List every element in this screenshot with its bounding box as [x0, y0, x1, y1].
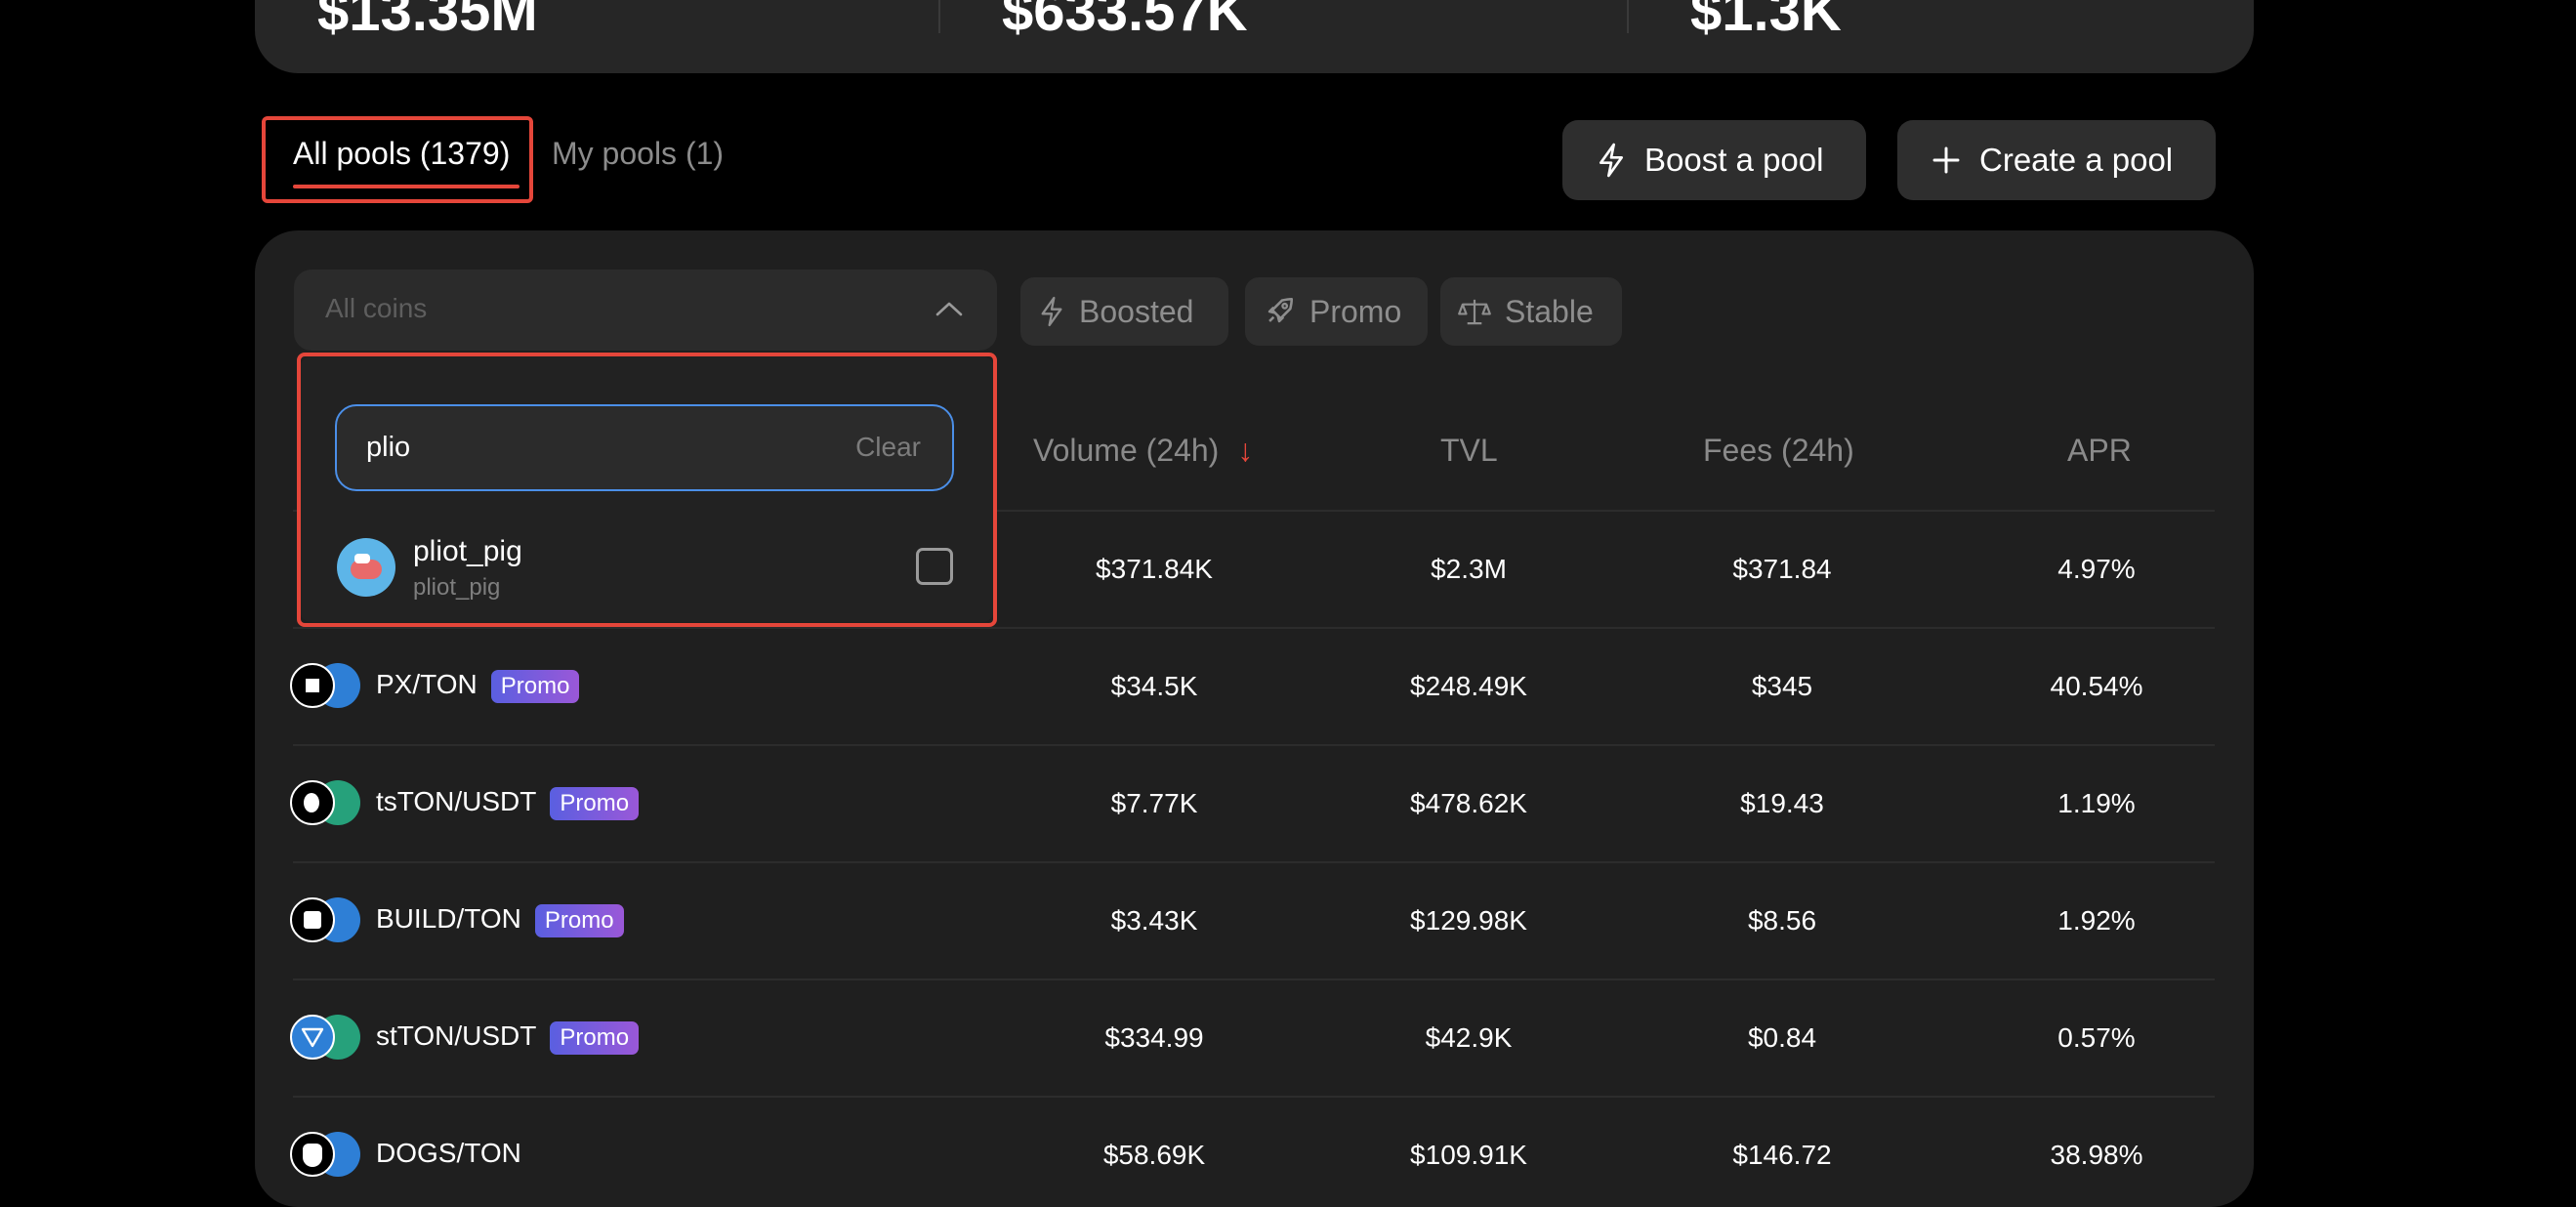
row-apr: 38.98% — [2050, 1140, 2143, 1170]
highlight-box — [262, 116, 533, 203]
dogs-icon — [290, 1132, 335, 1177]
row-volume: $7.77K — [1110, 788, 1198, 818]
boost-pool-label: Boost a pool — [1644, 142, 1824, 178]
stat-fees: $1.3K — [1690, 0, 1842, 43]
tston-icon — [290, 780, 335, 825]
build-icon — [290, 897, 335, 942]
promo-badge: Promo — [550, 1020, 640, 1055]
sort-desc-icon: ↓ — [1237, 433, 1254, 468]
pair-label: stTON/USDT — [376, 1020, 537, 1051]
row-volume: $371.84K — [1096, 554, 1213, 584]
row-fees: $19.43 — [1740, 788, 1824, 818]
create-pool-label: Create a pool — [1979, 142, 2174, 178]
stat-divider — [938, 0, 940, 33]
coin-filter-select[interactable]: All coins — [294, 270, 997, 351]
row-apr: 1.19% — [2057, 788, 2136, 818]
row-apr: 0.57% — [2057, 1022, 2136, 1053]
pair-icons — [290, 1132, 362, 1179]
row-volume: $34.5K — [1110, 671, 1198, 701]
row-tvl: $109.91K — [1410, 1140, 1527, 1170]
highlight-box — [297, 353, 997, 627]
scale-icon — [1458, 299, 1491, 325]
row-divider — [293, 627, 2215, 629]
pair-icons — [290, 663, 362, 710]
coin-filter-placeholder: All coins — [325, 293, 428, 323]
boost-pool-button[interactable]: Boost a pool — [1562, 120, 1866, 200]
row-divider — [293, 744, 2215, 746]
pair-name: stTON/USDT Promo — [376, 1020, 640, 1055]
pair-name: BUILD/TON Promo — [376, 903, 624, 937]
lightning-icon — [1041, 296, 1062, 327]
promo-badge: Promo — [490, 669, 580, 703]
row-volume: $58.69K — [1102, 1140, 1206, 1170]
pair-label: BUILD/TON — [376, 903, 521, 934]
pair-name: PX/TON Promo — [376, 669, 580, 703]
promo-badge: Promo — [550, 786, 640, 820]
stat-divider — [1627, 0, 1629, 33]
chevron-up-icon — [935, 302, 963, 316]
row-fees: $345 — [1751, 671, 1813, 701]
promo-badge: Promo — [534, 903, 624, 937]
pair-label: DOGS/TON — [376, 1138, 521, 1168]
lightning-icon — [1600, 143, 1623, 178]
pair-name: DOGS/TON — [376, 1138, 521, 1169]
row-fees: $0.84 — [1747, 1022, 1817, 1053]
row-tvl: $129.98K — [1410, 905, 1527, 936]
row-divider — [293, 1096, 2215, 1098]
row-tvl: $42.9K — [1425, 1022, 1513, 1053]
row-divider — [293, 861, 2215, 863]
row-fees: $8.56 — [1747, 905, 1817, 936]
filter-chip-boosted[interactable]: Boosted — [1020, 277, 1228, 346]
pair-label: tsTON/USDT — [376, 786, 537, 816]
filter-chip-label: Promo — [1309, 293, 1402, 329]
row-tvl: $248.49K — [1410, 671, 1527, 701]
pair-label: PX/TON — [376, 669, 478, 699]
row-tvl: $478.62K — [1410, 788, 1527, 818]
row-volume: $3.43K — [1110, 905, 1198, 936]
row-apr: 40.54% — [2050, 671, 2143, 701]
filter-chip-stable[interactable]: Stable — [1440, 277, 1622, 346]
pair-icons — [290, 897, 362, 944]
rocket-icon — [1267, 297, 1294, 323]
row-volume: $334.99 — [1104, 1022, 1204, 1053]
filter-chip-label: Boosted — [1079, 293, 1194, 329]
stats-bar: $13.35M $633.57K $1.3K — [255, 0, 2254, 73]
column-header-volume-label: Volume (24h) — [1033, 433, 1220, 468]
row-apr: 4.97% — [2057, 554, 2136, 584]
filter-chip-label: Stable — [1505, 293, 1594, 329]
column-header-apr[interactable]: APR — [2067, 433, 2132, 469]
row-fees: $146.72 — [1732, 1140, 1832, 1170]
filter-chip-promo[interactable]: Promo — [1245, 277, 1428, 346]
px-icon — [290, 663, 335, 708]
tab-my-pools[interactable]: My pools (1) — [552, 134, 724, 173]
row-apr: 1.92% — [2057, 905, 2136, 936]
row-divider — [293, 978, 2215, 980]
row-tvl: $2.3M — [1431, 554, 1507, 584]
stat-volume: $633.57K — [1002, 0, 1248, 43]
pair-name: tsTON/USDT Promo — [376, 786, 640, 820]
row-fees: $371.84 — [1732, 554, 1832, 584]
pair-icons — [290, 1015, 362, 1061]
stat-total-tvl: $13.35M — [317, 0, 538, 43]
create-pool-button[interactable]: Create a pool — [1897, 120, 2216, 200]
column-header-fees[interactable]: Fees (24h) — [1703, 433, 1854, 469]
plus-icon — [1932, 146, 1960, 174]
pair-icons — [290, 780, 362, 827]
column-header-tvl[interactable]: TVL — [1440, 433, 1498, 469]
stton-icon — [290, 1015, 335, 1060]
column-header-volume[interactable]: Volume (24h) ↓ — [1033, 433, 1253, 469]
